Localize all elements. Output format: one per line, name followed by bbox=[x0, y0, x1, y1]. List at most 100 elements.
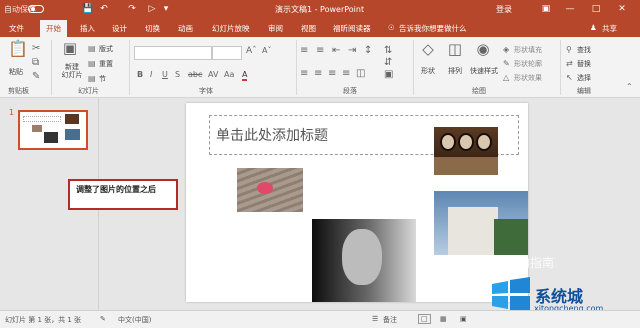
font-size-combo[interactable] bbox=[212, 46, 242, 60]
face-shape bbox=[342, 229, 382, 285]
align-left-icon[interactable]: ≡ bbox=[300, 68, 308, 80]
redo-icon[interactable]: ↷ bbox=[126, 3, 138, 15]
slide-canvas[interactable]: 单击此处添加标题 bbox=[186, 103, 528, 302]
reading-view-icon[interactable]: ▣ bbox=[460, 315, 467, 323]
slide-thumbnail[interactable] bbox=[18, 110, 88, 150]
separator bbox=[296, 40, 297, 95]
underline-icon[interactable]: U bbox=[162, 70, 168, 79]
shapes-button[interactable]: 形状 bbox=[421, 66, 435, 76]
shape-outline-icon: ✎ bbox=[503, 59, 510, 68]
arrange-button[interactable]: 排列 bbox=[448, 66, 462, 76]
normal-view-icon[interactable]: □ bbox=[418, 314, 431, 324]
save-icon[interactable]: 💾 bbox=[82, 3, 94, 15]
tab-design[interactable]: 设计 bbox=[112, 23, 127, 34]
tab-animations[interactable]: 动画 bbox=[178, 23, 193, 34]
shapes-icon[interactable]: ◇ bbox=[419, 42, 437, 57]
decrease-indent-icon[interactable]: ⇤ bbox=[332, 45, 340, 57]
image-portrait[interactable] bbox=[312, 219, 416, 302]
new-slide-icon[interactable]: ▣ bbox=[60, 41, 80, 56]
align-right-icon[interactable]: ≡ bbox=[328, 68, 336, 80]
italic-icon[interactable]: I bbox=[150, 70, 152, 79]
language-text[interactable]: 中文(中国) bbox=[118, 315, 151, 325]
notes-button[interactable]: 备注 bbox=[383, 315, 397, 325]
close-icon[interactable]: ✕ bbox=[616, 3, 628, 15]
tab-file[interactable]: 文件 bbox=[9, 23, 24, 34]
increase-indent-icon[interactable]: ⇥ bbox=[348, 45, 356, 57]
start-from-beginning-icon[interactable]: ▷ bbox=[146, 3, 158, 15]
tell-me-search[interactable]: 告诉我你想要做什么 bbox=[399, 23, 467, 34]
maximize-icon[interactable]: □ bbox=[590, 3, 602, 15]
bullets-icon[interactable]: ≡ bbox=[300, 45, 308, 57]
slide-sorter-icon[interactable]: ▦ bbox=[440, 315, 447, 323]
cut-icon[interactable]: ✂ bbox=[32, 43, 40, 55]
tab-slideshow[interactable]: 幻灯片放映 bbox=[212, 23, 250, 34]
quick-styles-icon[interactable]: ◉ bbox=[474, 42, 492, 57]
shape-effects-button[interactable]: 形状效果 bbox=[514, 73, 542, 83]
login-link[interactable]: 登录 bbox=[496, 4, 512, 15]
shape-fill-button[interactable]: 形状填充 bbox=[514, 45, 542, 55]
ribbon-tabs: 文件 开始 插入 设计 切换 动画 幻灯片放映 审阅 视图 福昕阅读器 ☉ 告诉… bbox=[0, 19, 640, 37]
undo-icon[interactable]: ↶ bbox=[98, 3, 110, 15]
numbering-icon[interactable]: ≡ bbox=[316, 45, 324, 57]
align-center-icon[interactable]: ≡ bbox=[314, 68, 322, 80]
grow-font-icon[interactable]: Aˆ bbox=[246, 45, 257, 57]
strikethrough-icon[interactable]: abc bbox=[188, 70, 202, 79]
image-round-windows[interactable] bbox=[434, 127, 498, 175]
copy-icon[interactable]: ⧉ bbox=[32, 57, 39, 69]
tab-review[interactable]: 审阅 bbox=[268, 23, 283, 34]
slide-count-text: 幻灯片 第 1 张，共 1 张 bbox=[5, 316, 82, 324]
separator bbox=[413, 40, 414, 95]
tab-home[interactable]: 开始 bbox=[40, 20, 67, 37]
tab-transitions[interactable]: 切换 bbox=[145, 23, 160, 34]
paste-button[interactable]: 粘贴 bbox=[9, 67, 23, 77]
new-slide-button[interactable]: 新建 幻灯片 bbox=[59, 63, 85, 79]
find-button[interactable]: 查找 bbox=[577, 45, 591, 55]
tab-insert[interactable]: 插入 bbox=[80, 23, 95, 34]
group-slides: 幻灯片 bbox=[78, 87, 99, 95]
paste-icon[interactable]: 📋 bbox=[8, 41, 28, 57]
minimize-icon[interactable]: — bbox=[564, 3, 576, 15]
tab-foxit-reader[interactable]: 福昕阅读器 bbox=[333, 23, 371, 34]
autosave-toggle[interactable] bbox=[28, 5, 44, 13]
slide-number: 1 bbox=[9, 108, 15, 117]
char-spacing-icon[interactable]: AV bbox=[208, 70, 218, 79]
bold-icon[interactable]: B bbox=[137, 70, 143, 79]
line-spacing-icon[interactable]: ↕ bbox=[364, 45, 372, 57]
replace-icon: ⇄ bbox=[566, 59, 573, 68]
collapse-ribbon-icon[interactable]: ⌃ bbox=[626, 81, 633, 93]
replace-button[interactable]: 替换 bbox=[577, 59, 591, 69]
reset-button[interactable]: 重置 bbox=[99, 59, 113, 69]
tree-shape bbox=[494, 219, 528, 255]
shadow-icon[interactable]: S bbox=[175, 70, 180, 79]
justify-icon[interactable]: ≡ bbox=[342, 68, 350, 80]
columns-icon[interactable]: ◫ bbox=[356, 68, 365, 80]
select-button[interactable]: 选择 bbox=[577, 73, 591, 83]
watermark-sougou: 搜狗指南 bbox=[506, 256, 555, 270]
customize-qat-icon[interactable]: ▾ bbox=[160, 3, 172, 15]
separator bbox=[129, 40, 130, 95]
separator bbox=[51, 40, 52, 95]
tab-view[interactable]: 视图 bbox=[301, 23, 316, 34]
ribbon-display-icon[interactable]: ▣ bbox=[540, 3, 552, 15]
font-color-icon[interactable]: A bbox=[242, 70, 248, 81]
text-direction-icon[interactable]: ⇅ bbox=[384, 45, 392, 57]
format-painter-icon[interactable]: ✎ bbox=[32, 71, 40, 83]
align-text-icon[interactable]: ⇵ bbox=[384, 57, 392, 69]
group-paragraph: 段落 bbox=[343, 87, 357, 95]
shape-outline-button[interactable]: 形状轮廓 bbox=[514, 59, 542, 69]
shrink-font-icon[interactable]: Aˇ bbox=[262, 45, 271, 57]
section-button[interactable]: 节 bbox=[99, 74, 106, 84]
layout-button[interactable]: 版式 bbox=[99, 44, 113, 54]
image-building[interactable] bbox=[434, 191, 528, 255]
image-flower[interactable] bbox=[237, 168, 303, 212]
change-case-icon[interactable]: Aa bbox=[224, 70, 234, 79]
share-button[interactable]: 共享 bbox=[602, 23, 617, 34]
quick-styles-button[interactable]: 快速样式 bbox=[470, 66, 498, 76]
spelling-icon[interactable]: ✎ bbox=[100, 315, 106, 323]
font-name-combo[interactable] bbox=[134, 46, 212, 60]
thumb-image bbox=[44, 132, 58, 143]
arrange-icon[interactable]: ◫ bbox=[446, 42, 464, 57]
status-bar: 幻灯片 第 1 张，共 1 张 ✎ 中文(中国) ☰ 备注 □ ▦ ▣ bbox=[0, 310, 640, 328]
document-title: 演示文稿1 - PowerPoint bbox=[275, 5, 365, 14]
smartart-icon[interactable]: ▣ bbox=[384, 69, 393, 81]
